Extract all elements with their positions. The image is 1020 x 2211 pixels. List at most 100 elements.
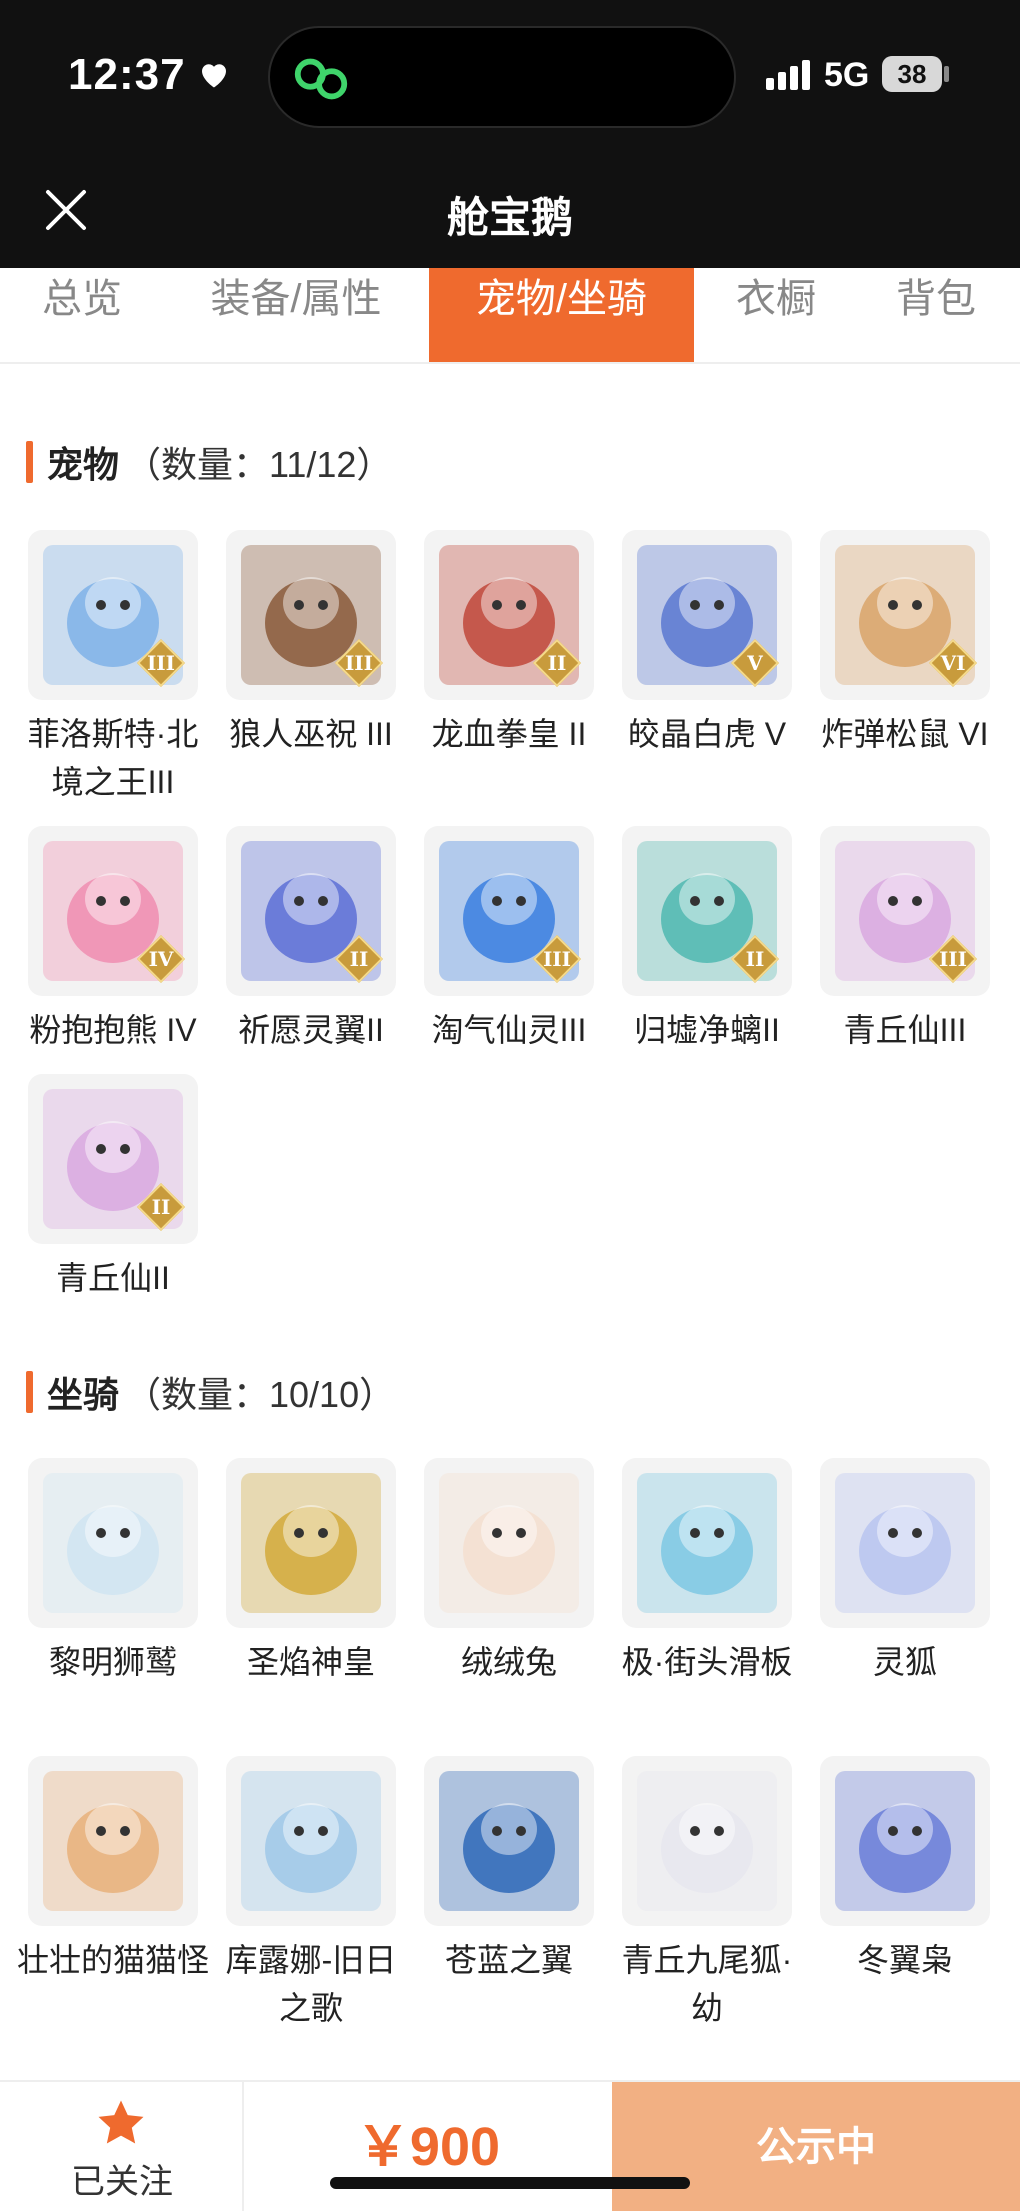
item-label: 壮壮的猫猫怪 xyxy=(16,1942,209,1978)
red-beast-icon: II xyxy=(424,530,594,700)
blue-dragon-icon xyxy=(424,1756,594,1926)
item-label: 冬翼枭 xyxy=(856,1942,953,1978)
badge-text: III xyxy=(344,651,374,675)
item-label: 炸弹松鼠 VI xyxy=(821,716,989,752)
tab-pets-mounts[interactable]: 宠物/坐骑 xyxy=(429,268,694,362)
golden-phoenix-icon xyxy=(226,1458,396,1628)
section-marker xyxy=(26,441,33,483)
tab-wardrobe[interactable]: 衣橱 xyxy=(716,268,836,362)
battery-tip xyxy=(944,66,949,82)
item-label: 龙血拳皇 II xyxy=(431,716,587,752)
grid-item[interactable]: V 皎晶白虎 V xyxy=(607,530,807,758)
grid-item[interactable]: VI 炸弹松鼠 VI xyxy=(805,530,1005,758)
owl-icon xyxy=(820,1756,990,1926)
grid-item[interactable]: 库露娜-旧日之歌 xyxy=(211,1756,411,2032)
follow-button[interactable]: 已关注 xyxy=(0,2082,244,2211)
section-count: （数量：11/12） xyxy=(125,444,393,485)
grid-item[interactable]: 绒绒兔 xyxy=(409,1458,609,1686)
tab-equipment[interactable]: 装备/属性 xyxy=(186,268,406,362)
item-label: 青丘仙III xyxy=(843,1012,967,1048)
badge-text: III xyxy=(938,947,968,971)
grid-item[interactable]: III 青丘仙III xyxy=(805,826,1005,1054)
grid-item[interactable]: 极·街头滑板 xyxy=(607,1458,807,1686)
grid-item[interactable]: 灵狐 xyxy=(805,1458,1005,1686)
signal-icon xyxy=(766,60,810,90)
item-label: 极·街头滑板 xyxy=(621,1644,793,1680)
home-indicator xyxy=(330,2177,690,2189)
badge-text: VI xyxy=(940,651,966,675)
page-title: 舱宝鹅 xyxy=(446,194,573,241)
grid-item[interactable]: II 归墟净螭II xyxy=(607,826,807,1054)
section-name: 坐骑 xyxy=(47,1374,120,1415)
follow-label: 已关注 xyxy=(71,2163,173,2201)
item-label: 淘气仙灵III xyxy=(431,1012,587,1048)
level-badge: III xyxy=(928,934,978,984)
link-app-icon xyxy=(294,58,348,100)
item-label: 库露娜-旧日之歌 xyxy=(225,1942,397,2026)
grid-item[interactable]: 冬翼枭 xyxy=(805,1756,1005,1984)
fox-fairy-icon: III xyxy=(820,826,990,996)
grid-item[interactable]: II 祈愿灵翼II xyxy=(211,826,411,1054)
grid-item[interactable]: 青丘九尾狐·幼 xyxy=(607,1756,807,2032)
pets-section-title: 宠物 （数量：11/12） xyxy=(26,440,392,485)
grid-item[interactable]: III 淘气仙灵III xyxy=(409,826,609,1054)
item-label: 绒绒兔 xyxy=(460,1644,557,1680)
cat-icon xyxy=(28,1756,198,1926)
nav-bar: 舱宝鹅 xyxy=(0,150,1020,268)
bottom-bar: 已关注 ￥900 公示中 xyxy=(0,2080,1020,2211)
level-badge: VI xyxy=(928,638,978,688)
dynamic-island xyxy=(268,26,736,128)
section-marker xyxy=(26,1371,33,1413)
grid-item[interactable]: 黎明狮鹫 xyxy=(13,1458,213,1686)
level-badge: II xyxy=(532,638,582,688)
item-label: 皎晶白虎 V xyxy=(627,716,787,752)
wolf-shaman-icon: III xyxy=(226,530,396,700)
level-badge: II xyxy=(136,1182,186,1232)
grid-item[interactable]: 壮壮的猫猫怪 xyxy=(13,1756,213,1984)
item-label: 青丘仙II xyxy=(56,1260,170,1296)
status-bar: 12:37 5G 38 xyxy=(0,0,1020,150)
rabbit-icon xyxy=(424,1458,594,1628)
item-label: 灵狐 xyxy=(872,1644,937,1680)
badge-text: II xyxy=(745,947,765,971)
grid-item[interactable]: III 狼人巫祝 III xyxy=(211,530,411,758)
blue-puppy-icon: III xyxy=(424,826,594,996)
item-label: 圣焰神皇 xyxy=(246,1644,375,1680)
grid-item[interactable]: 圣焰神皇 xyxy=(211,1458,411,1686)
white-tiger-icon: V xyxy=(622,530,792,700)
level-badge: III xyxy=(136,638,186,688)
item-label: 黎明狮鹫 xyxy=(48,1644,177,1680)
level-badge: II xyxy=(730,934,780,984)
item-label: 苍蓝之翼 xyxy=(444,1942,573,1978)
item-label: 青丘九尾狐·幼 xyxy=(621,1942,793,2026)
fox-fairy-icon: II xyxy=(28,1074,198,1244)
squirrel-icon: VI xyxy=(820,530,990,700)
heart-icon xyxy=(202,64,226,88)
level-badge: V xyxy=(730,638,780,688)
spirit-fox-icon xyxy=(820,1458,990,1628)
publicity-status-button[interactable]: 公示中 xyxy=(612,2082,1020,2211)
tab-bag[interactable]: 背包 xyxy=(876,268,996,362)
battery-icon: 38 xyxy=(882,56,942,92)
item-label: 归墟净螭II xyxy=(634,1012,780,1048)
teal-dragon-icon: II xyxy=(622,826,792,996)
price-label: ￥900 xyxy=(355,2117,501,2177)
grid-item[interactable]: IV 粉抱抱熊 IV xyxy=(13,826,213,1054)
mounts-section-title: 坐骑 （数量：10/10） xyxy=(26,1370,395,1415)
grid-item[interactable]: II 龙血拳皇 II xyxy=(409,530,609,758)
tab-overview[interactable]: 总览 xyxy=(22,268,142,362)
badge-text: II xyxy=(547,651,567,675)
item-label: 祈愿灵翼II xyxy=(238,1012,384,1048)
status-time: 12:37 xyxy=(68,50,186,99)
item-label: 菲洛斯特·北境之王III xyxy=(27,716,199,800)
level-badge: II xyxy=(334,934,384,984)
network-label: 5G xyxy=(824,56,870,94)
badge-text: III xyxy=(542,947,572,971)
level-badge: III xyxy=(532,934,582,984)
skateboard-icon xyxy=(622,1458,792,1628)
grid-item[interactable]: II 青丘仙II xyxy=(13,1074,213,1302)
badge-text: IV xyxy=(148,947,174,971)
griffin-icon: II xyxy=(226,826,396,996)
grid-item[interactable]: III 菲洛斯特·北境之王III xyxy=(13,530,213,806)
grid-item[interactable]: 苍蓝之翼 xyxy=(409,1756,609,1984)
